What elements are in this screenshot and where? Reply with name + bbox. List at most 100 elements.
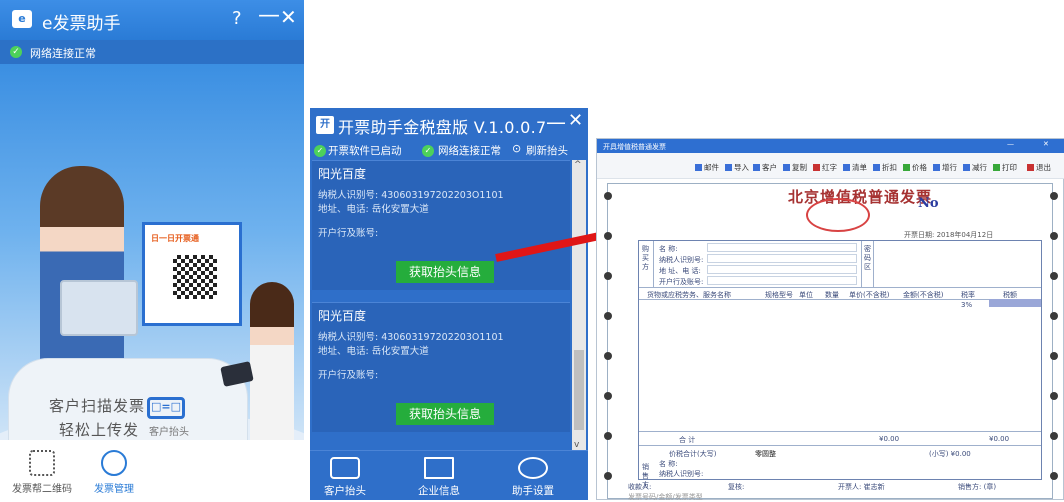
total-amount: ¥0.00 [879, 435, 900, 443]
drawer-label: 开票人: 崔志新 [838, 483, 885, 491]
tool-customer[interactable]: 客户 [753, 162, 777, 173]
minimize-icon[interactable]: — [546, 110, 566, 134]
punch-hole [604, 432, 612, 440]
tool-price[interactable]: 价格 [903, 162, 927, 173]
tool-mail[interactable]: 邮件 [695, 162, 719, 173]
punch-hole [1050, 232, 1058, 240]
software-status: 开票软件已启动 [328, 145, 402, 157]
bottom-nav: 客户抬头 企业信息 助手设置 [310, 450, 588, 500]
selected-cell[interactable] [989, 299, 1041, 307]
invoice-window: 开具增值税普通发票 — ✕ 邮件 导入 客户 复制 红字 清单 折扣 价格 增行… [596, 138, 1064, 501]
buyer-taxid-field[interactable] [707, 254, 857, 263]
punch-hole [604, 272, 612, 280]
refresh-icon[interactable]: ⊙ [512, 142, 521, 155]
hero-line-1: 客户扫描发票 [49, 397, 146, 415]
tool-del-row[interactable]: 减行 [963, 162, 987, 173]
col-rate: 税率 [961, 291, 975, 299]
invoice-grid: 购买方 名 称: 纳税人识别号: 地 址、电 话: 开户行及账号: 密码区 货物… [638, 240, 1042, 489]
minimize-icon[interactable]: — [258, 3, 280, 28]
toolbar: 邮件 导入 客户 复制 红字 清单 折扣 价格 增行 减行 打印 退出 [597, 153, 1064, 179]
customer-name: 阳光百度 [318, 167, 367, 181]
qr-stand: 日一日开票通 [142, 222, 242, 326]
building-icon [424, 457, 454, 479]
punch-hole [604, 392, 612, 400]
buyer-bank-field[interactable] [707, 276, 857, 285]
punch-hole [604, 192, 612, 200]
title-bar: e e发票助手 ? — ✕ [0, 0, 304, 40]
nav-company-info[interactable]: 企业信息 [414, 457, 464, 498]
hero-illustration: 日一日开票通 客户扫描发票 轻松上传发 □=□ 客户抬头 [0, 64, 304, 500]
buyer-addr-label: 地 址、电 话: [659, 267, 701, 275]
close-icon[interactable]: ✕ [568, 110, 583, 131]
status-bar: ✓ 开票软件已启动 ✓ 网络连接正常 ⊙ 刷新抬头 [310, 142, 588, 160]
bottom-nav: 发票帮二维码 发票管理 [0, 440, 304, 500]
title-bar: 开具增值税普通发票 — ✕ [597, 139, 1064, 153]
invoice-icon [330, 457, 360, 479]
minimize-icon[interactable]: — [1007, 140, 1014, 148]
print-icon [993, 164, 1000, 171]
qr-code-icon [173, 255, 217, 299]
payee-label: 收款人: [628, 483, 652, 491]
punch-hole [604, 312, 612, 320]
scroll-up-icon[interactable]: ^ [574, 160, 582, 170]
rate-value: 3% [961, 301, 973, 309]
punch-hole [1050, 392, 1058, 400]
customer-card: 阳光百度 纳税人识别号: 430603197202203O1101 地址、电话:… [312, 302, 570, 432]
get-header-button[interactable]: 获取抬头信息 [396, 403, 494, 425]
invoice-form: 北京增值税普通发票 No 开票日期: 2018年04月12日 购买方 名 称: … [604, 183, 1058, 501]
tool-red[interactable]: 红字 [813, 162, 837, 173]
scrollbar[interactable]: ^ v [572, 160, 586, 450]
exit-icon [1027, 164, 1034, 171]
nav-label: 企业信息 [418, 485, 460, 497]
punch-hole [1050, 312, 1058, 320]
tool-import[interactable]: 导入 [725, 162, 749, 173]
scroll-down-icon[interactable]: v [574, 440, 579, 450]
list-icon [843, 164, 850, 171]
red-invoice-icon [813, 164, 820, 171]
buyer-addr-field[interactable] [707, 265, 857, 274]
hero-line-2: 轻松上传发 [59, 421, 140, 439]
close-icon[interactable]: ✕ [280, 5, 297, 29]
nav-qr-code[interactable]: 发票帮二维码 [12, 450, 72, 495]
import-icon [725, 164, 732, 171]
title-bar: 开 开票助手金税盘版 V.1.0.0.7 — ✕ [310, 108, 588, 142]
nav-customer-header[interactable]: 客户抬头 [320, 457, 370, 498]
invoice-date: 开票日期: 2018年04月12日 [904, 231, 994, 239]
tool-print[interactable]: 打印 [993, 162, 1017, 173]
invoice-icon: □=□ [147, 397, 185, 419]
red-seal [806, 198, 870, 232]
help-icon[interactable]: ? [232, 8, 242, 29]
nav-invoice-manage[interactable]: 发票管理 [84, 450, 144, 495]
punch-hole [1050, 272, 1058, 280]
buyer-bank-label: 开户行及账号: [659, 278, 704, 286]
tool-discount[interactable]: 折扣 [873, 162, 897, 173]
buyer-name-field[interactable] [707, 243, 857, 252]
tool-exit[interactable]: 退出 [1027, 162, 1051, 173]
buyer-taxid-label: 纳税人识别号: [659, 256, 704, 264]
customer-bank: 开户行及账号: [318, 370, 379, 381]
close-icon[interactable]: ✕ [1043, 140, 1049, 148]
col-spec: 规格型号 [765, 291, 793, 299]
refresh-header-link[interactable]: 刷新抬头 [526, 143, 568, 158]
nav-label: 助手设置 [512, 485, 554, 497]
tool-list[interactable]: 清单 [843, 162, 867, 173]
tool-copy[interactable]: 复制 [783, 162, 807, 173]
window-title: 开票助手金税盘版 V.1.0.0.7 [338, 118, 547, 137]
seller-taxid-label: 纳税人识别号: [659, 470, 704, 478]
stand-brand: 日一日开票通 [151, 234, 199, 243]
get-header-button[interactable]: 获取抬头信息 [396, 261, 494, 283]
punch-hole [1050, 352, 1058, 360]
tool-add-row[interactable]: 增行 [933, 162, 957, 173]
nav-manage-label: 发票管理 [94, 484, 134, 495]
sum-small: (小写) ¥0.00 [929, 450, 971, 458]
nav-qr-label: 发票帮二维码 [12, 484, 72, 495]
app-title: e发票助手 [42, 14, 121, 34]
e-invoice-app-window: e e发票助手 ? — ✕ ✓ 网络连接正常 日一日开票通 客户扫描发票 轻松上… [0, 0, 304, 500]
seller-name-label: 名 称: [659, 460, 678, 468]
scroll-thumb[interactable] [574, 350, 584, 430]
gear-icon [101, 450, 127, 476]
col-price: 单价(不含税) [849, 291, 890, 299]
punch-hole [604, 472, 612, 480]
nav-assistant-settings[interactable]: 助手设置 [508, 457, 558, 498]
customer-icon [753, 164, 760, 171]
